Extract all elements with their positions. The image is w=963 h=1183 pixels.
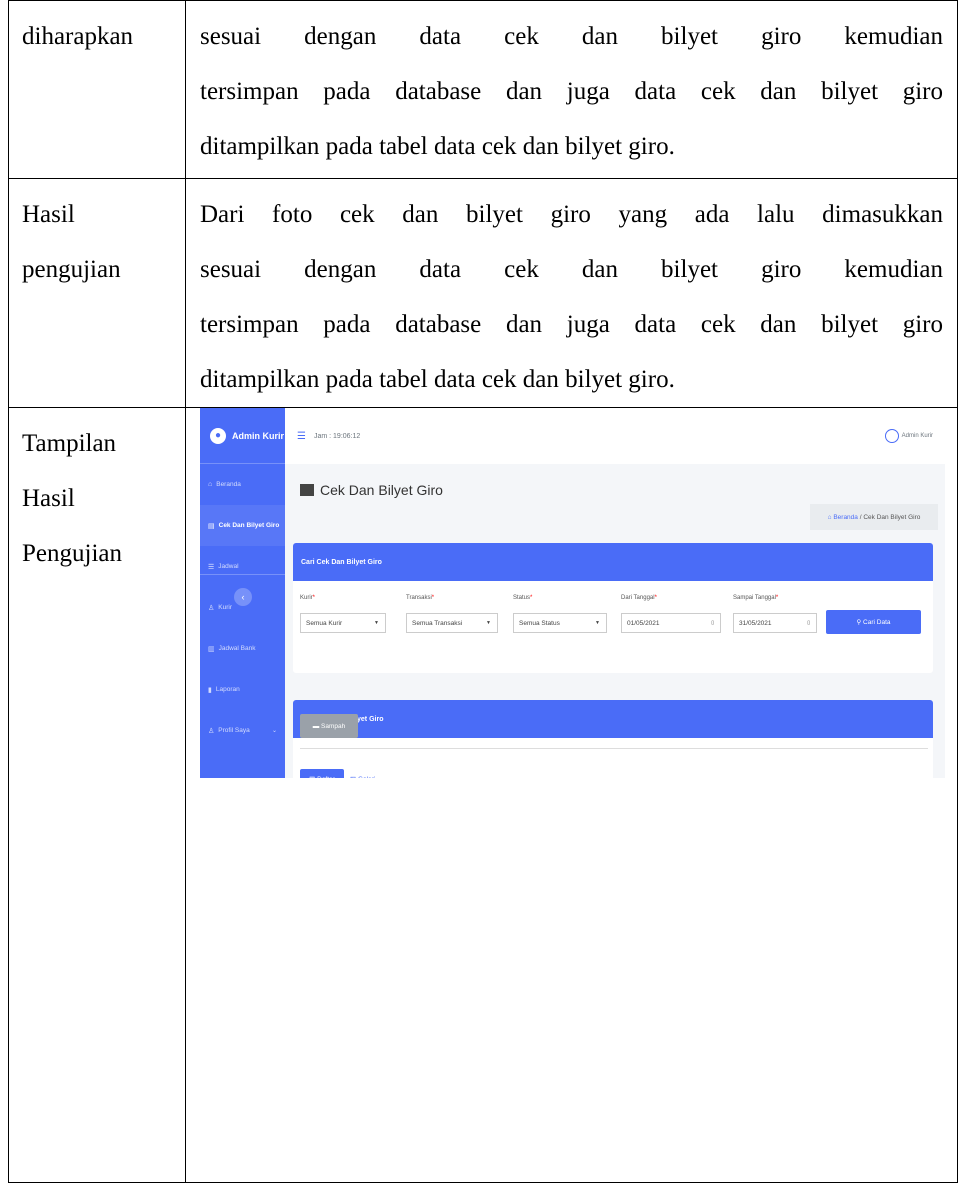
row-label: diharapkan	[8, 0, 186, 179]
search-icon: ⚲	[856, 619, 864, 626]
label-line: Pengujian	[22, 540, 122, 567]
table-row: Hasil pengujian Dari foto cek dan bilyet…	[8, 178, 958, 408]
calendar-icon: ▯	[711, 620, 714, 626]
sidebar-item-label: Beranda	[216, 481, 241, 488]
filter-label: Transaksi*	[406, 595, 435, 601]
breadcrumb-current: Cek Dan Bilyet Giro	[863, 513, 921, 521]
content-line: tersimpan pada database dan juga data ce…	[200, 311, 943, 338]
filter-label: Dari Tanggal*	[621, 595, 657, 601]
sidebar-divider	[200, 574, 285, 575]
users-icon: ♙	[208, 604, 215, 612]
label-line: Tampilan	[22, 430, 117, 457]
row-content: Dari foto cek dan bilyet giro yang ada l…	[185, 178, 958, 408]
brand[interactable]: ● Admin Kurir	[200, 408, 285, 464]
data-card-title: Data Cek Dan Bilyet Giro	[293, 700, 933, 738]
content-line: ditampilkan pada tabel data cek dan bily…	[200, 366, 675, 393]
breadcrumb: ⌂ Beranda / Cek Dan Bilyet Giro	[810, 504, 938, 530]
caret-down-icon: ▼	[595, 620, 600, 626]
label-line: diharapkan	[22, 23, 134, 50]
kurir-select[interactable]: Semua Kurir ▼	[300, 613, 386, 633]
bank-icon: ▥	[208, 645, 215, 653]
topbar: ☰ Jam : 19:06:12 Admin Kurir	[285, 408, 945, 464]
filter-label: Sampai Tanggal*	[733, 595, 779, 601]
row-label: Hasil pengujian	[8, 178, 186, 408]
table-icon	[300, 484, 314, 496]
row-label: Tampilan Hasil Pengujian	[8, 407, 186, 1183]
brand-name: Admin Kurir	[232, 430, 285, 441]
breadcrumb-home[interactable]: Beranda	[833, 514, 858, 521]
content-line: tersimpan pada database dan juga data ce…	[200, 78, 943, 105]
row-content: sesuai dengan data cek dan bilyet giro k…	[185, 0, 958, 179]
filter-label: Status*	[513, 595, 533, 601]
tab-daftar[interactable]: ▤ Daftar	[300, 769, 344, 778]
sidebar-item-label: Kurir	[218, 604, 233, 611]
sidebar-item-jadwal[interactable]: ☰ Jadwal	[200, 546, 285, 587]
sidebar-item-jadwal-bank[interactable]: ▥ Jadwal Bank	[200, 628, 285, 669]
sidebar-item-profil[interactable]: ♙ Profil Saya ⌄	[200, 710, 285, 751]
user-menu[interactable]: Admin Kurir	[884, 429, 933, 443]
sidebar-item-label: Cek Dan Bilyet Giro	[218, 522, 280, 529]
page-title-text: Cek Dan Bilyet Giro	[320, 482, 443, 498]
search-card: Cari Cek Dan Bilyet Giro Kurir* Semua Ku…	[293, 543, 933, 673]
filter-label: Kurir*	[300, 595, 316, 601]
clock: Jam : 19:06:12	[313, 432, 361, 440]
sidebar-toggle-button[interactable]: ‹	[234, 588, 252, 606]
sidebar-item-label: Profil Saya	[218, 727, 250, 734]
transaksi-select[interactable]: Semua Transaksi ▼	[406, 613, 498, 633]
sidebar-item-cek[interactable]: ▤ Cek Dan Bilyet Giro	[200, 505, 285, 546]
content-line: ditampilkan pada tabel data cek dan bily…	[200, 133, 675, 160]
dari-tanggal-input[interactable]: 01/05/2021 ▯	[621, 613, 721, 633]
sidebar-item-laporan[interactable]: ▮ Laporan	[200, 669, 285, 710]
avatar	[884, 429, 899, 443]
calendar-icon: ▯	[807, 620, 810, 626]
list-icon: ☰	[208, 563, 215, 571]
sampai-tanggal-input[interactable]: 31/05/2021 ▯	[733, 613, 817, 633]
user-name: Admin Kurir	[901, 433, 933, 439]
search-card-title: Cari Cek Dan Bilyet Giro	[293, 543, 933, 581]
menu-icon[interactable]: ☰	[297, 431, 306, 442]
sidebar-item-label: Jadwal	[218, 563, 239, 570]
content-line: Dari foto cek dan bilyet giro yang ada l…	[200, 201, 943, 228]
table-icon: ▤	[208, 522, 215, 530]
data-card-body	[293, 738, 933, 778]
chevron-left-icon: ‹	[241, 592, 245, 602]
divider	[300, 748, 928, 749]
home-icon: ⌂	[208, 481, 213, 488]
trash-button[interactable]: ▬ Sampah	[300, 714, 358, 738]
content-line: sesuai dengan data cek dan bilyet giro k…	[200, 23, 943, 50]
label-line: Hasil	[22, 485, 75, 512]
caret-down-icon: ▼	[374, 620, 379, 626]
content-line: sesuai dengan data cek dan bilyet giro k…	[200, 256, 943, 283]
user-icon: ♙	[208, 727, 215, 735]
sidebar-item-label: Laporan	[215, 686, 240, 693]
tab-galeri[interactable]: ▨ Galeri	[350, 769, 375, 778]
sidebar-item-beranda[interactable]: ⌂ Beranda	[200, 464, 285, 505]
label-line: Hasil	[22, 201, 75, 228]
caret-down-icon: ▼	[486, 620, 491, 626]
table-row: diharapkan sesuai dengan data cek dan bi…	[8, 0, 958, 179]
user-logo-icon: ●	[210, 427, 226, 444]
report-icon: ▮	[208, 686, 212, 694]
app-screenshot: ● Admin Kurir ⌂ Beranda ▤ Cek Dan Bilyet Gi…	[200, 408, 945, 778]
trash-icon: ▬	[312, 722, 322, 730]
page-title: Cek Dan Bilyet Giro	[300, 482, 443, 498]
label-line: pengujian	[22, 256, 121, 283]
search-data-button[interactable]: ⚲ Cari Data	[826, 610, 921, 634]
sidebar-item-label: Jadwal Bank	[218, 645, 256, 652]
status-select[interactable]: Semua Status ▼	[513, 613, 607, 633]
chevron-down-icon: ⌄	[271, 728, 277, 734]
